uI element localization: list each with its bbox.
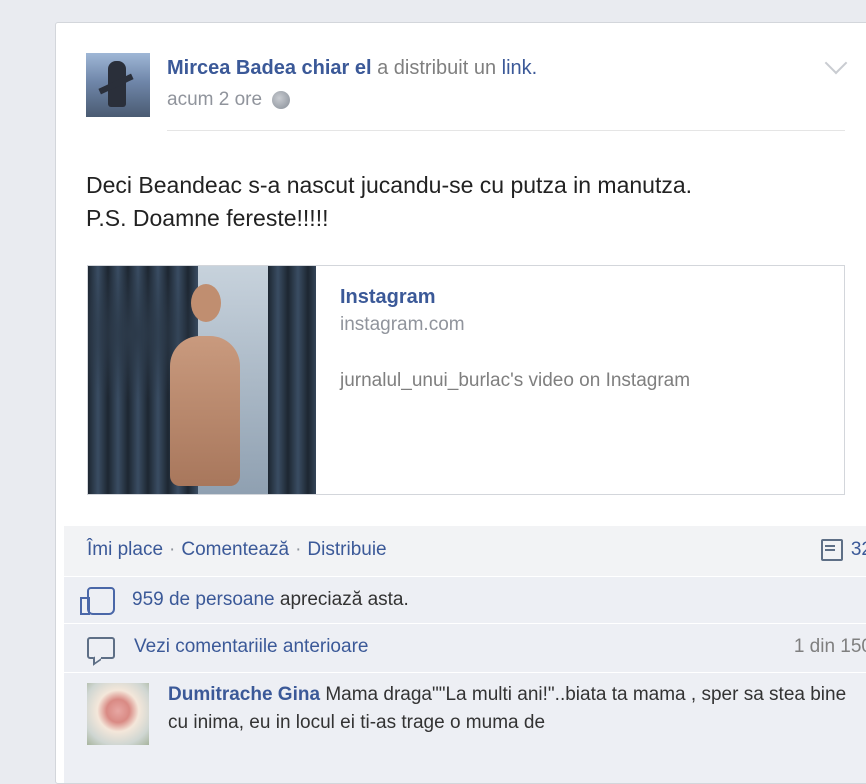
previous-comments-row: Vezi comentariile anterioare 1 din 150 <box>64 624 866 673</box>
post-text-line-1: Deci Beandeac s-a nascut jucandu-se cu p… <box>86 172 693 198</box>
thumbnail-head <box>191 284 221 322</box>
post-card: Mircea Badea chiar el a distribuit un li… <box>55 22 866 784</box>
actions-bar: Îmi place · Comentează · Distribuie 32 <box>64 526 866 577</box>
likes-count-link[interactable]: 959 de persoane <box>132 589 275 610</box>
link-description: jurnalul_unui_burlac's video on Instagra… <box>340 370 691 391</box>
author-avatar[interactable] <box>86 53 150 117</box>
like-button[interactable]: Îmi place <box>87 539 163 561</box>
thumbnail-person <box>170 336 240 486</box>
view-previous-comments-link[interactable]: Vezi comentariile anterioare <box>134 636 368 658</box>
post-text: Deci Beandeac s-a nascut jucandu-se cu p… <box>86 169 692 235</box>
globe-icon <box>272 91 291 109</box>
comment-pager: 1 din 150 <box>793 636 866 657</box>
author-name[interactable]: Mircea Badea chiar el <box>167 57 372 79</box>
action-text: a distribuit un <box>377 57 497 79</box>
commenter-name[interactable]: Dumitrache Gina <box>168 684 320 705</box>
separator-dot: · <box>169 539 176 560</box>
share-button[interactable]: Distribuie <box>307 539 386 561</box>
link-text[interactable]: link. <box>502 57 538 79</box>
action-links: Îmi place · Comentează · Distribuie <box>87 539 387 561</box>
comment-button[interactable]: Comentează <box>181 539 289 561</box>
comment-bubble-icon <box>87 637 115 659</box>
timestamp-line: acum 2 ore <box>167 89 291 111</box>
thumbs-up-icon <box>80 587 115 615</box>
timestamp[interactable]: acum 2 ore <box>167 89 262 111</box>
likes-row: 959 de persoane apreciază asta. <box>64 577 866 624</box>
link-title[interactable]: Instagram <box>340 286 436 309</box>
divider <box>167 130 845 131</box>
likes-text: 959 de persoane apreciază asta. <box>132 589 409 611</box>
separator-dot: · <box>295 539 302 560</box>
link-domain: instagram.com <box>340 314 465 335</box>
author-line: Mircea Badea chiar el a distribuit un li… <box>167 57 537 80</box>
comment-row: Dumitrache Gina Mama draga""La multi ani… <box>64 673 866 783</box>
likes-suffix: apreciază asta. <box>279 589 409 610</box>
chevron-down-icon[interactable] <box>824 51 848 75</box>
comment-text: Dumitrache Gina Mama draga""La multi ani… <box>168 681 866 737</box>
comment-count-value: 32 <box>850 539 866 560</box>
comment-count[interactable]: 32 <box>820 539 866 561</box>
comments-icon <box>820 539 843 561</box>
link-thumbnail[interactable] <box>88 266 316 494</box>
post-text-line-2: P.S. Doamne fereste!!!!! <box>86 205 329 231</box>
link-preview[interactable]: Instagram instagram.com jurnalul_unui_bu… <box>87 265 845 495</box>
commenter-avatar[interactable] <box>87 683 149 745</box>
